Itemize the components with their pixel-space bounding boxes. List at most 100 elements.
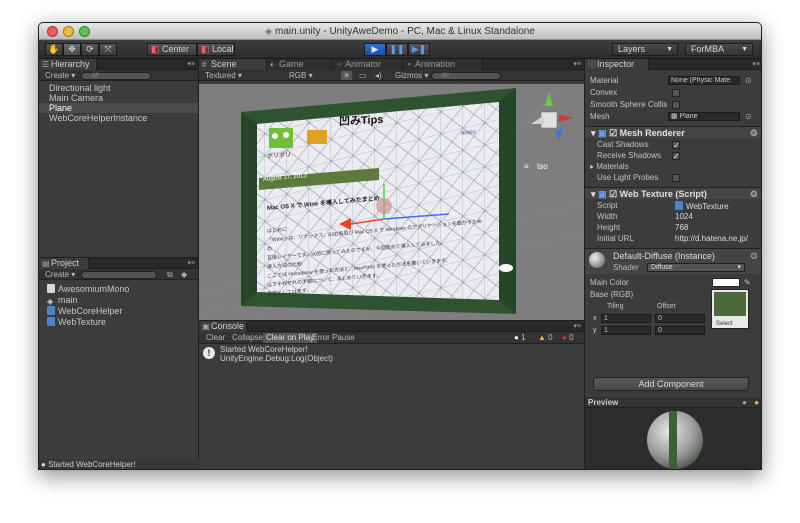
- hierarchy-search-input[interactable]: All: [81, 72, 151, 80]
- preview-light-icon[interactable]: ●: [742, 397, 747, 408]
- enabled-checkbox[interactable]: ☑: [609, 128, 617, 138]
- error-count-toggle[interactable]: ● 0: [559, 333, 577, 343]
- mesh-renderer-header[interactable]: ▾ ▣ ☑ Mesh Renderer ⚙: [585, 126, 761, 139]
- web-texture-header[interactable]: ▾ ▣ ☑ Web Texture (Script) ⚙: [585, 187, 761, 200]
- scale-tool-button[interactable]: ⤧: [99, 43, 117, 56]
- render-mode-dropdown[interactable]: Textured ▾: [205, 71, 242, 80]
- tab-game[interactable]: ◐ Game: [267, 59, 333, 70]
- hierarchy-item-selected[interactable]: Plane: [39, 103, 198, 113]
- hierarchy-item[interactable]: Main Camera: [39, 93, 198, 103]
- materials-foldout[interactable]: ▸ Materials: [590, 162, 760, 172]
- hand-tool-button[interactable]: ✋: [45, 43, 63, 56]
- material-field[interactable]: None (Physic Mate: [668, 76, 740, 85]
- url-field[interactable]: http://d.hatena.ne.jp/: [675, 234, 748, 244]
- foldout-arrow-icon[interactable]: ▾: [591, 189, 596, 199]
- view-axis-gizmo[interactable]: [531, 92, 573, 140]
- shader-dropdown[interactable]: Diffuse ▾: [647, 263, 745, 272]
- console-clear-button[interactable]: Clear: [203, 333, 228, 343]
- material-header[interactable]: Default-Diffuse (Instance) Shader Diffus…: [585, 248, 761, 274]
- console-error-pause-button[interactable]: Error Pause: [309, 333, 358, 343]
- log-count-toggle[interactable]: ● 1: [511, 333, 529, 343]
- color-mode-dropdown[interactable]: RGB ▾: [289, 71, 313, 80]
- mesh-renderer-icon: ▣: [598, 128, 607, 138]
- window-title: ◈ main.unity - UnityAweDemo - PC, Mac & L…: [265, 26, 535, 37]
- panel-menu-icon[interactable]: ▾≡: [752, 59, 760, 70]
- header-link[interactable]: aiueo: [461, 129, 476, 136]
- light-probes-checkbox[interactable]: [672, 174, 680, 182]
- panel-menu-icon[interactable]: ▾≡: [187, 59, 195, 70]
- play-button[interactable]: ▶: [364, 43, 386, 56]
- project-item[interactable]: WebCoreHelper: [47, 306, 122, 316]
- layers-dropdown[interactable]: Layers ▼: [612, 43, 678, 56]
- component-settings-icon[interactable]: ⚙: [750, 127, 758, 139]
- light-gizmo-icon[interactable]: [499, 264, 513, 272]
- receive-shadows-checkbox[interactable]: ✓: [672, 152, 680, 161]
- pivot-icon: ◧: [151, 44, 160, 54]
- scene-view[interactable]: Iso ≡ 凹みTips ポリポリ aiueo August 17, 2013 …: [199, 84, 584, 320]
- filter-type-icon[interactable]: ⧉: [167, 270, 173, 280]
- panel-menu-icon[interactable]: ▾≡: [187, 258, 195, 269]
- inspector-tabbar: ⓘ Inspector ▾≡: [585, 59, 761, 70]
- hierarchy-create-button[interactable]: Create ▾: [45, 71, 75, 80]
- texture-select-button[interactable]: Select: [716, 321, 733, 327]
- lighting-toggle-icon[interactable]: ☀: [341, 71, 353, 80]
- texture-slot[interactable]: Select: [711, 289, 749, 329]
- object-picker-icon[interactable]: ⊙: [745, 76, 752, 86]
- tiling-y-field[interactable]: 1: [601, 326, 651, 335]
- mesh-field[interactable]: ▦ Plane: [668, 112, 740, 121]
- space-toggle[interactable]: ◧ Local: [197, 43, 235, 56]
- image-toggle-icon[interactable]: ▭: [359, 71, 367, 80]
- preview-mode-icon[interactable]: ●: [754, 397, 759, 408]
- project-search-input[interactable]: [81, 271, 157, 279]
- width-field[interactable]: 1024: [675, 212, 693, 222]
- color-swatch[interactable]: [712, 278, 740, 287]
- console-log-entry[interactable]: ! Started WebCoreHelper! UnityEngine.Deb…: [199, 345, 584, 367]
- warning-icon: ▲: [538, 333, 546, 342]
- cast-shadows-checkbox[interactable]: ✓: [672, 141, 680, 150]
- foldout-arrow-icon[interactable]: ▾: [591, 128, 596, 138]
- add-component-button[interactable]: Add Component: [593, 377, 749, 391]
- tiling-x-field[interactable]: 1: [601, 314, 651, 323]
- smooth-sphere-checkbox[interactable]: [672, 101, 680, 109]
- hierarchy-item[interactable]: WebCoreHelperInstance: [39, 113, 198, 123]
- log-message: Started WebCoreHelper! UnityEngine.Debug…: [220, 345, 333, 363]
- rotate-tool-button[interactable]: ⟳: [81, 43, 99, 56]
- audio-toggle-icon[interactable]: ◂): [375, 71, 382, 80]
- panel-menu-icon[interactable]: ▾≡: [573, 321, 581, 332]
- tab-inspector[interactable]: ⓘ Inspector: [585, 59, 649, 70]
- tab-project[interactable]: ▤ Project: [39, 258, 89, 269]
- scene-search-input[interactable]: All: [431, 72, 501, 80]
- tab-console[interactable]: ▣ Console: [199, 321, 247, 332]
- step-button[interactable]: ▶❚: [408, 43, 430, 56]
- object-picker-icon[interactable]: ⊙: [745, 112, 752, 122]
- convex-checkbox[interactable]: [672, 89, 680, 97]
- project-item[interactable]: ◈ main: [47, 295, 78, 306]
- layout-dropdown[interactable]: ForMBA ▼: [685, 43, 753, 56]
- pivot-toggle[interactable]: ◧ Center: [147, 43, 197, 56]
- height-field[interactable]: 768: [675, 223, 688, 233]
- tab-hierarchy[interactable]: ☰ Hierarchy: [39, 59, 97, 70]
- eyedropper-icon[interactable]: ✎: [744, 278, 751, 288]
- hierarchy-item[interactable]: Directional light: [39, 83, 198, 93]
- console-collapse-button[interactable]: Collapse: [229, 333, 266, 343]
- filter-label-icon[interactable]: ◆: [181, 270, 187, 279]
- move-tool-button[interactable]: ✥: [63, 43, 81, 56]
- panel-menu-icon[interactable]: ▾≡: [573, 59, 581, 70]
- component-settings-icon[interactable]: ⚙: [750, 251, 758, 262]
- enabled-checkbox[interactable]: ☑: [609, 189, 617, 199]
- component-settings-icon[interactable]: ⚙: [750, 188, 758, 200]
- project-create-button[interactable]: Create ▾: [45, 270, 75, 279]
- warning-count-toggle[interactable]: ▲ 0: [535, 333, 556, 343]
- tab-animation[interactable]: ◔ Animation: [403, 59, 483, 70]
- game-icon: ◐: [270, 60, 275, 69]
- script-value[interactable]: WebTexture: [675, 201, 729, 212]
- offset-y-field[interactable]: 0: [655, 326, 705, 335]
- project-item[interactable]: AwesomiumMono: [47, 284, 129, 294]
- tab-animator[interactable]: ⁘ Animator: [333, 59, 403, 70]
- material-preview-sphere[interactable]: [647, 411, 703, 469]
- pause-button[interactable]: ❚❚: [386, 43, 408, 56]
- offset-x-field[interactable]: 0: [655, 314, 705, 323]
- project-item[interactable]: WebTexture: [47, 317, 106, 327]
- gizmos-dropdown[interactable]: Gizmos ▾: [395, 71, 428, 80]
- tab-scene[interactable]: # Scene: [199, 59, 267, 70]
